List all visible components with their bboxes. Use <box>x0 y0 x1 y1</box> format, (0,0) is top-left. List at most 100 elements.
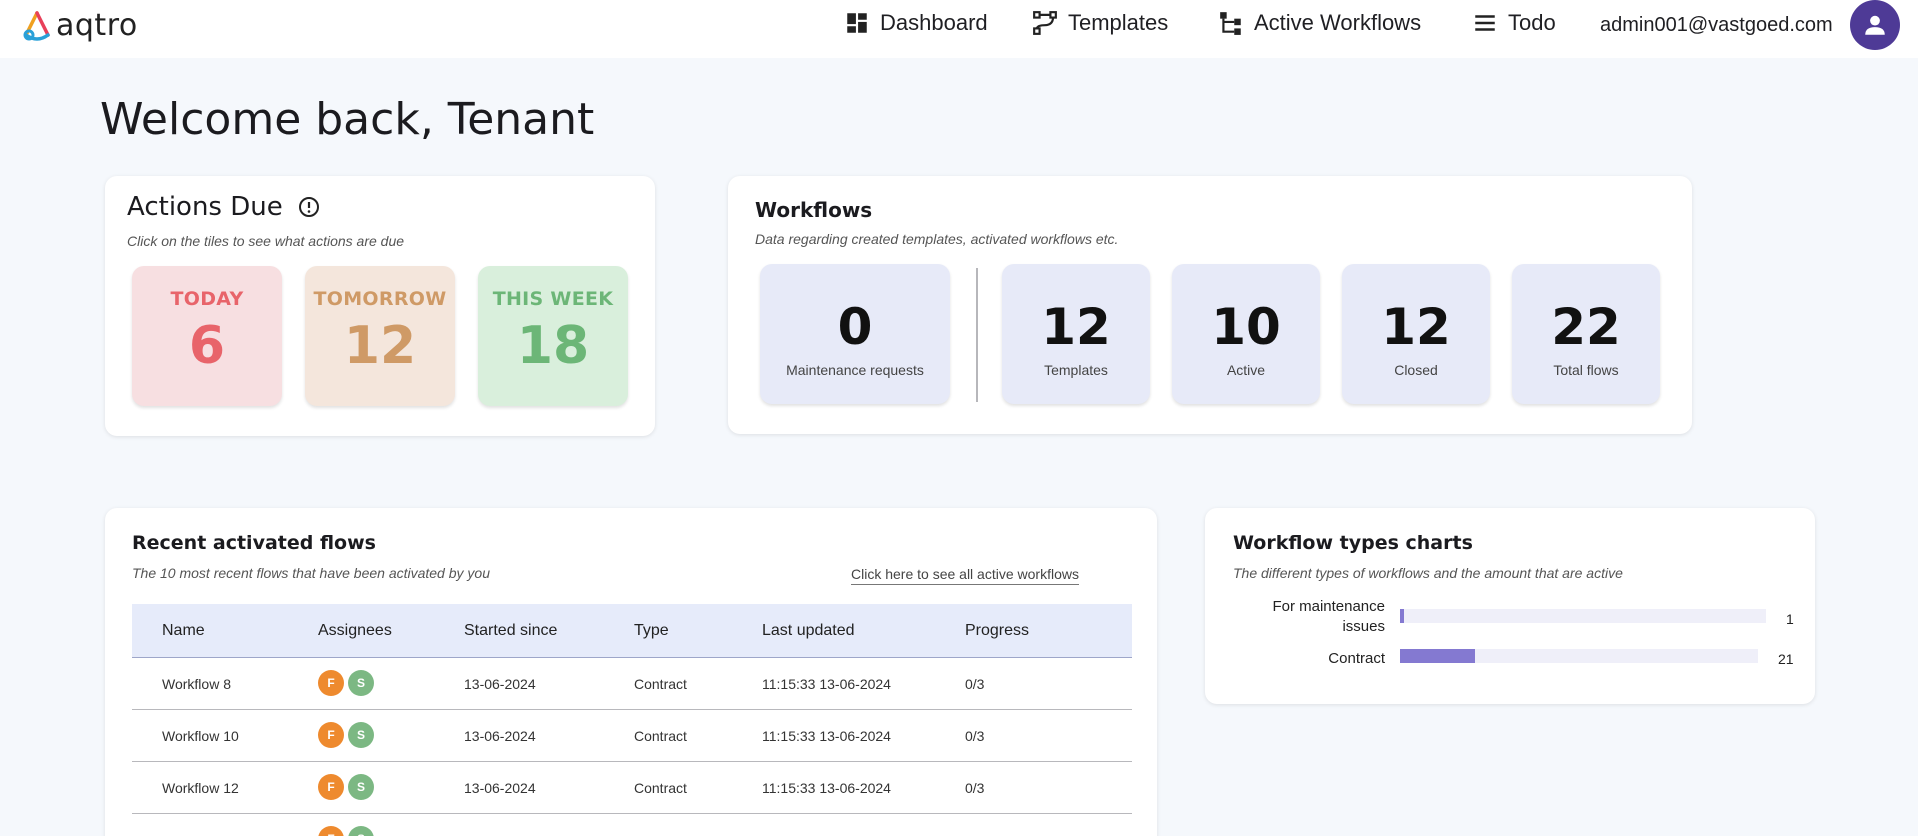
nav-dashboard[interactable]: Dashboard <box>844 10 988 36</box>
table-row[interactable]: Workflow 10 F S 13-06-2024 Contract 11:1… <box>132 710 1132 762</box>
nav-templates[interactable]: Templates <box>1032 10 1168 36</box>
row-assignees: F S <box>318 722 374 748</box>
workflows-title: Workflows <box>755 198 873 222</box>
app-logo[interactable]: aqtro <box>20 8 138 43</box>
bar-track <box>1400 649 1758 663</box>
bar[interactable] <box>1400 609 1404 623</box>
tile-today-label: TODAY <box>170 288 244 310</box>
column-header-assignees[interactable]: Assignees <box>318 622 392 640</box>
stat-templates-value: 12 <box>1041 298 1111 356</box>
table-row[interactable]: F S <box>132 814 1132 836</box>
tile-today-count: 6 <box>188 316 226 376</box>
assignee-avatar[interactable]: F <box>318 826 344 836</box>
assignee-avatar[interactable]: F <box>318 722 344 748</box>
person-icon <box>1865 15 1885 35</box>
tile-tomorrow-count: 12 <box>343 316 417 376</box>
tile-this-week-count: 18 <box>516 316 590 376</box>
stat-maintenance-requests[interactable]: 0 Maintenance requests <box>760 264 950 404</box>
user-email[interactable]: admin001@vastgoed.com <box>1600 14 1833 37</box>
workflows-subtitle: Data regarding created templates, activa… <box>755 231 1119 247</box>
row-last-updated: 11:15:33 13-06-2024 <box>762 728 891 744</box>
top-navigation-bar: aqtro Dashboard Templates Active Workflo… <box>0 0 1918 58</box>
row-progress: 0/3 <box>965 780 985 796</box>
assignee-avatar[interactable]: S <box>348 722 374 748</box>
row-type: Contract <box>634 728 687 744</box>
template-path-icon <box>1033 11 1057 35</box>
column-header-name[interactable]: Name <box>162 622 205 640</box>
see-all-active-workflows-link[interactable]: Click here to see all active workflows <box>851 566 1079 585</box>
actions-due-card: Actions Due Click on the tiles to see wh… <box>105 176 655 436</box>
row-started: 13-06-2024 <box>464 728 536 744</box>
row-assignees: F S <box>318 774 374 800</box>
workflow-types-card: Workflow types charts The different type… <box>1205 508 1815 704</box>
stat-closed[interactable]: 12 Closed <box>1342 264 1490 404</box>
aqtro-logo-icon <box>23 10 50 41</box>
row-name: Workflow 12 <box>162 780 239 796</box>
welcome-heading: Welcome back, Tenant <box>100 94 595 145</box>
tile-tomorrow[interactable]: TOMORROW 12 <box>305 266 455 406</box>
stat-divider <box>976 268 978 402</box>
nav-active-workflows-label: Active Workflows <box>1254 10 1422 35</box>
row-started: 13-06-2024 <box>464 676 536 692</box>
row-started: 13-06-2024 <box>464 780 536 796</box>
recent-flows-table: Name Assignees Started since Type Last u… <box>132 604 1132 836</box>
nav-todo-label: Todo <box>1508 10 1556 35</box>
stat-total-flows[interactable]: 22 Total flows <box>1512 264 1660 404</box>
dashboard-grid-icon <box>847 13 867 33</box>
bar-label: For maintenance issues <box>1272 598 1385 635</box>
workflows-card: Workflows Data regarding created templat… <box>728 176 1692 434</box>
row-assignees: F S <box>318 826 374 836</box>
stat-active-value: 10 <box>1211 298 1281 356</box>
stat-total-flows-value: 22 <box>1551 298 1621 356</box>
assignee-avatar[interactable]: S <box>348 826 374 836</box>
bar-track <box>1400 609 1766 623</box>
nav-dashboard-label: Dashboard <box>880 10 988 35</box>
row-last-updated: 11:15:33 13-06-2024 <box>762 780 891 796</box>
nav-todo[interactable]: Todo <box>1472 10 1556 36</box>
stat-total-flows-label: Total flows <box>1553 362 1619 378</box>
column-header-started-since[interactable]: Started since <box>464 622 557 640</box>
bar-label: Contract <box>1328 650 1385 667</box>
tile-this-week-label: THIS WEEK <box>492 288 614 310</box>
row-assignees: F S <box>318 670 374 696</box>
bar-value-label: 1 <box>1786 611 1794 627</box>
recent-flows-title: Recent activated flows <box>132 532 376 554</box>
stat-closed-value: 12 <box>1381 298 1451 356</box>
assignee-avatar[interactable]: S <box>348 670 374 696</box>
recent-flows-subtitle: The 10 most recent flows that have been … <box>132 565 490 581</box>
column-header-progress[interactable]: Progress <box>965 622 1029 640</box>
stat-active-label: Active <box>1226 362 1266 378</box>
assignee-avatar[interactable]: S <box>348 774 374 800</box>
column-header-type[interactable]: Type <box>634 622 669 640</box>
nav-active-workflows[interactable]: Active Workflows <box>1218 10 1421 36</box>
row-type: Contract <box>634 780 687 796</box>
stat-templates[interactable]: 12 Templates <box>1002 264 1150 404</box>
table-header: Name Assignees Started since Type Last u… <box>132 604 1132 658</box>
column-header-last-updated[interactable]: Last updated <box>762 622 855 640</box>
stat-templates-label: Templates <box>1044 362 1108 378</box>
app-name: aqtro <box>56 8 138 43</box>
workflow-types-bar-chart: For maintenance issues 1 Contract 21 <box>1205 508 1815 704</box>
stat-maintenance-requests-label: Maintenance requests <box>786 362 924 378</box>
stat-active[interactable]: 10 Active <box>1172 264 1320 404</box>
row-name: Workflow 10 <box>162 728 239 744</box>
assignee-avatar[interactable]: F <box>318 774 344 800</box>
row-progress: 0/3 <box>965 676 985 692</box>
bar[interactable] <box>1400 649 1476 663</box>
row-last-updated: 11:15:33 13-06-2024 <box>762 676 891 692</box>
actions-due-subtitle: Click on the tiles to see what actions a… <box>127 233 405 249</box>
tile-today[interactable]: TODAY 6 <box>132 266 282 406</box>
assignee-avatar[interactable]: F <box>318 670 344 696</box>
info-icon[interactable] <box>297 195 321 219</box>
user-avatar[interactable] <box>1850 0 1900 50</box>
stat-closed-label: Closed <box>1394 362 1438 378</box>
table-row[interactable]: Workflow 12 F S 13-06-2024 Contract 11:1… <box>132 762 1132 814</box>
tile-this-week[interactable]: THIS WEEK 18 <box>478 266 628 406</box>
row-name: Workflow 8 <box>162 676 231 692</box>
bar-value-label: 21 <box>1778 651 1794 667</box>
stat-maintenance-requests-value: 0 <box>837 298 873 356</box>
row-type: Contract <box>634 676 687 692</box>
table-row[interactable]: Workflow 8 F S 13-06-2024 Contract 11:15… <box>132 658 1132 710</box>
row-progress: 0/3 <box>965 728 985 744</box>
workflow-tree-icon <box>1220 12 1241 35</box>
